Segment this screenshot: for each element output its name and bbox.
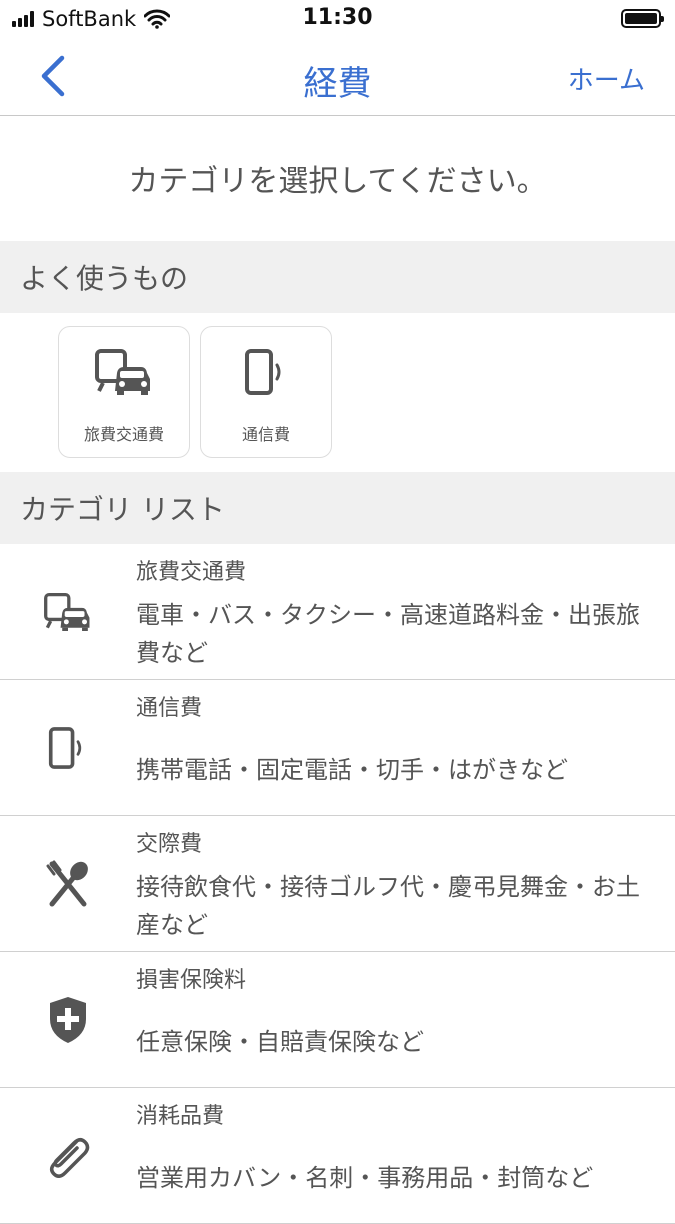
category-list-header: カテゴリ リスト — [0, 472, 675, 544]
favorite-travel-button[interactable]: 旅費交通費 — [58, 326, 190, 458]
category-name: 消耗品費 — [136, 1104, 225, 1129]
shield-plus-icon — [50, 997, 86, 1043]
status-time: 11:30 — [302, 5, 373, 30]
favorite-communication-label: 通信費 — [241, 425, 290, 444]
category-name: 旅費交通費 — [136, 560, 247, 585]
category-description: 接待飲食代・接待ゴルフ代・慶弔見舞金・お土産など — [136, 873, 640, 939]
nav-bar: 経費 ホーム — [0, 38, 675, 116]
favorite-communication-button[interactable]: 通信費 — [200, 326, 332, 458]
home-button[interactable]: ホーム — [568, 60, 645, 97]
chevron-left-icon — [41, 55, 65, 97]
paperclip-icon — [50, 1138, 90, 1178]
category-description: 電車・バス・タクシー・高速道路料金・出張旅費など — [136, 601, 640, 667]
back-button[interactable] — [36, 54, 76, 98]
category-description: 任意保険・自賠責保険など — [136, 1028, 424, 1056]
category-description: 携帯電話・固定電話・切手・はがきなど — [136, 756, 568, 784]
favorite-travel-label: 旅費交通費 — [83, 425, 164, 444]
select-category-prompt: カテゴリを選択してください。 — [128, 164, 547, 199]
category-item-communication[interactable]: 通信費 携帯電話・固定電話・切手・はがきなど — [0, 680, 675, 816]
smartphone-icon — [48, 727, 82, 769]
car-train-icon — [44, 593, 90, 631]
smartphone-icon — [245, 349, 281, 395]
category-list: 旅費交通費 電車・バス・タクシー・高速道路料金・出張旅費など 通信費 携帯電話・… — [0, 544, 675, 1224]
category-description: 営業用カバン・名刺・事務用品・封筒など — [136, 1164, 594, 1192]
favorites-row: 旅費交通費 通信費 — [0, 312, 675, 472]
category-name: 通信費 — [136, 696, 203, 721]
status-bar: SoftBank 11:30 — [0, 0, 675, 38]
category-item-travel[interactable]: 旅費交通費 電車・バス・タクシー・高速道路料金・出張旅費など — [0, 544, 675, 680]
category-item-entertainment[interactable]: 交際費 接待飲食代・接待ゴルフ代・慶弔見舞金・お土産など — [0, 816, 675, 952]
category-name: 交際費 — [136, 832, 203, 857]
category-name: 損害保険料 — [136, 968, 247, 993]
category-item-supplies[interactable]: 消耗品費 営業用カバン・名刺・事務用品・封筒など — [0, 1088, 675, 1224]
car-train-icon — [95, 349, 150, 395]
category-item-insurance[interactable]: 損害保険料 任意保険・自賠責保険など — [0, 952, 675, 1088]
battery-icon — [621, 9, 664, 28]
favorites-header: よく使うもの — [0, 241, 675, 313]
fork-spoon-icon — [46, 860, 88, 907]
